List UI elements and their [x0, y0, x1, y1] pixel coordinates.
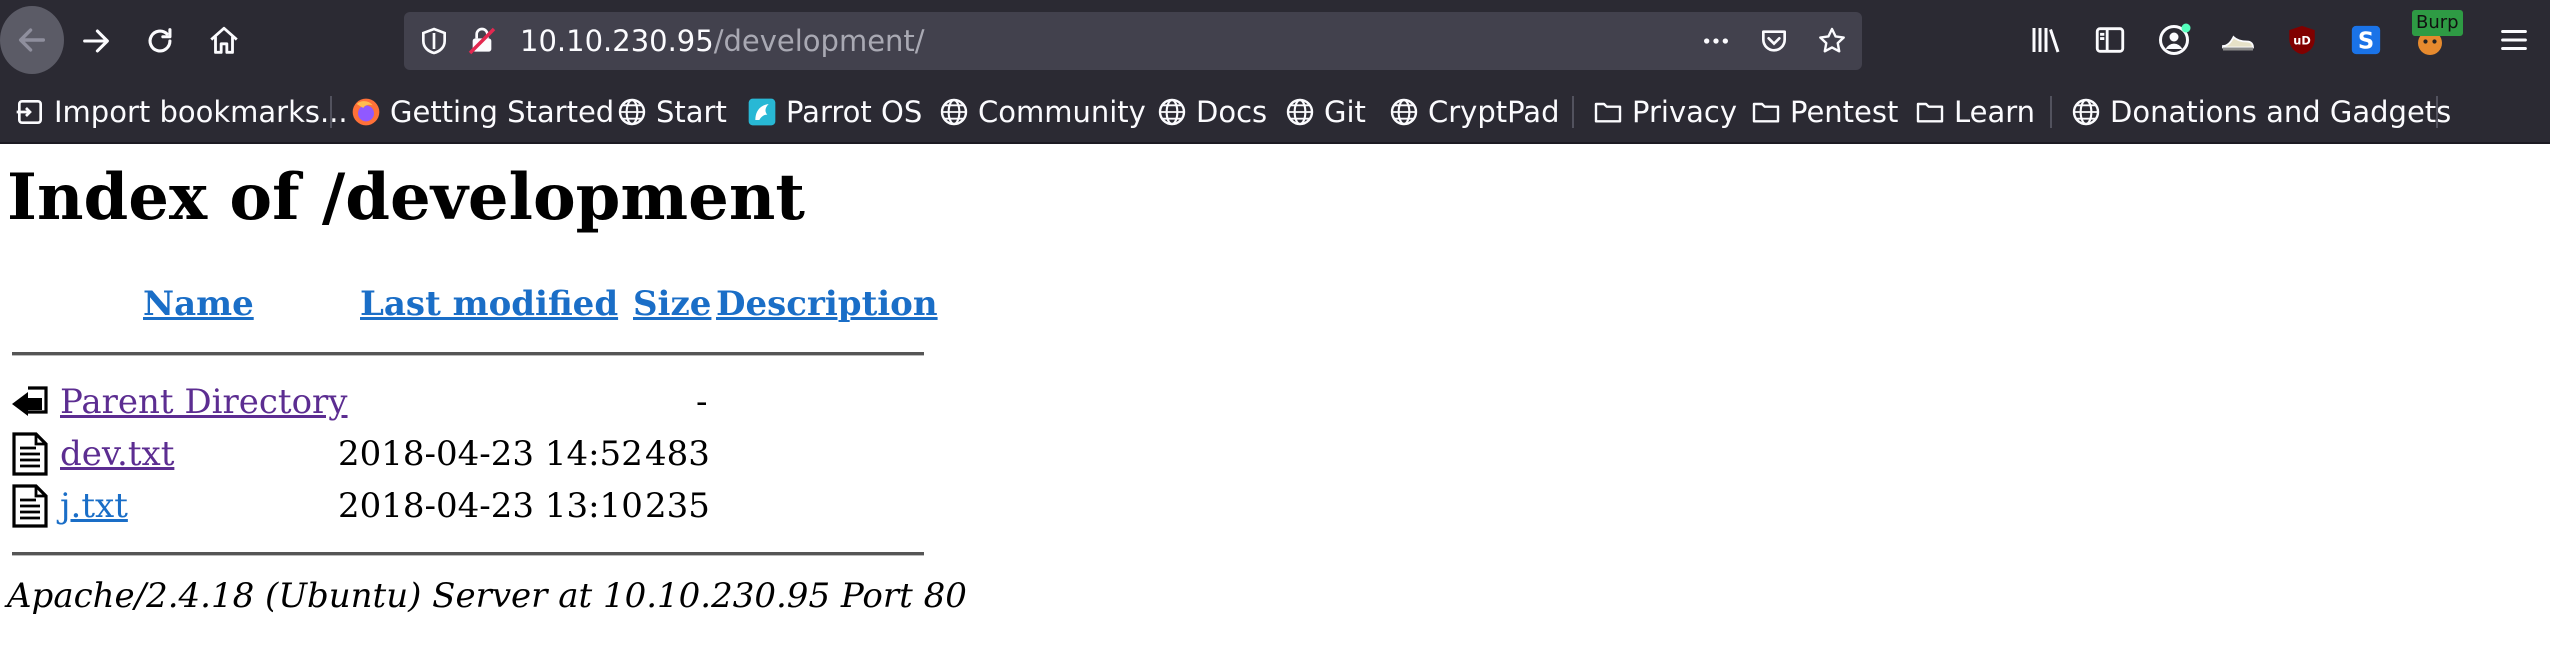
- bookmark-separator: [2050, 96, 2052, 128]
- row-size: 235: [645, 486, 710, 526]
- file-link-dev-txt[interactable]: dev.txt: [60, 434, 174, 474]
- bookmark-folder-learn[interactable]: Learn: [1914, 82, 2035, 142]
- folder-icon: [1594, 102, 1622, 123]
- bookmark-label: CryptPad: [1428, 95, 1560, 129]
- divider: [12, 352, 924, 356]
- bookmark-label: Parrot OS: [786, 95, 923, 129]
- bookmark-cryptpad[interactable]: CryptPad: [1388, 82, 1559, 142]
- home-button[interactable]: [192, 9, 256, 73]
- globe-icon: [618, 98, 646, 126]
- more-actions-icon[interactable]: [1700, 25, 1732, 57]
- parrot-icon: [748, 98, 776, 126]
- star-icon[interactable]: [1816, 25, 1848, 57]
- folder-icon: [1752, 102, 1780, 123]
- reload-button[interactable]: [128, 9, 192, 73]
- column-header-size[interactable]: Size: [633, 284, 711, 324]
- sidebar-icon[interactable]: [2090, 20, 2130, 60]
- bookmark-label: Pentest: [1790, 95, 1899, 129]
- bookmark-label: Learn: [1954, 95, 2036, 129]
- row-modified: 2018-04-23 14:52: [338, 434, 643, 474]
- page-title: Index of /development: [7, 160, 805, 235]
- bookmark-parrot-os[interactable]: Parrot OS: [746, 82, 922, 142]
- insecure-lock-icon[interactable]: [466, 25, 498, 57]
- bookmark-import[interactable]: Import bookmarks...: [14, 82, 348, 142]
- url-host: 10.10.230.95: [520, 24, 714, 58]
- bookmark-git[interactable]: Git: [1284, 82, 1366, 142]
- bookmark-separator: [330, 96, 332, 128]
- globe-icon: [1286, 98, 1314, 126]
- globe-icon: [2072, 98, 2100, 126]
- reload-icon: [148, 28, 172, 53]
- divider: [12, 552, 924, 556]
- globe-icon: [1158, 98, 1186, 126]
- shield-icon[interactable]: [418, 25, 450, 57]
- bookmark-separator: [1572, 96, 1574, 128]
- row-modified: 2018-04-23 13:10: [338, 486, 643, 526]
- bookmark-docs[interactable]: Docs: [1156, 82, 1267, 142]
- import-icon: [16, 100, 42, 124]
- column-header-description[interactable]: Description: [716, 284, 938, 324]
- back-folder-icon: [12, 386, 48, 416]
- hamburger-menu-icon: [2501, 29, 2527, 51]
- file-link-j-txt[interactable]: j.txt: [60, 486, 128, 526]
- extension-sneaker-icon[interactable]: [2218, 20, 2258, 60]
- menu-button[interactable]: [2494, 20, 2534, 60]
- globe-icon: [1390, 98, 1418, 126]
- bookmark-folder-pentest[interactable]: Pentest: [1750, 82, 1898, 142]
- home-icon: [210, 26, 238, 54]
- bookmark-folder-privacy[interactable]: Privacy: [1592, 82, 1737, 142]
- row-size: -: [696, 382, 708, 422]
- bookmark-community[interactable]: Community: [938, 82, 1146, 142]
- library-icon[interactable]: [2026, 20, 2066, 60]
- text-file-icon: [12, 484, 48, 528]
- parent-directory-link[interactable]: Parent Directory: [60, 382, 348, 422]
- forward-button[interactable]: [64, 9, 128, 73]
- directory-listing-page: Index of /development Name Last modified…: [0, 144, 2550, 654]
- bookmark-label: Import bookmarks...: [54, 95, 348, 129]
- ublock-origin-icon[interactable]: uD: [2282, 20, 2322, 60]
- back-button[interactable]: [0, 6, 64, 74]
- account-icon[interactable]: [2154, 20, 2194, 60]
- row-size: 483: [645, 434, 710, 474]
- globe-icon: [940, 98, 968, 126]
- url-path: /development/: [713, 24, 925, 58]
- bookmark-label: Getting Started: [390, 95, 615, 129]
- column-header-name[interactable]: Name: [143, 284, 254, 324]
- bookmarks-toolbar: Import bookmarks... Getting Started Star…: [0, 82, 2550, 144]
- bookmark-label: Community: [978, 95, 1146, 129]
- server-signature: Apache/2.4.18 (Ubuntu) Server at 10.10.2…: [7, 576, 967, 616]
- address-bar[interactable]: 10.10.230.95/development/: [404, 12, 1862, 70]
- url-text[interactable]: 10.10.230.95/development/: [520, 12, 925, 70]
- bookmark-donations[interactable]: Donations and Gadgets: [2070, 82, 2451, 142]
- bookmark-label: Docs: [1196, 95, 1268, 129]
- svg-text:uD: uD: [2293, 33, 2310, 47]
- arrow-right-icon: [83, 29, 109, 53]
- folder-icon: [1916, 102, 1944, 123]
- pocket-icon[interactable]: [1758, 25, 1790, 57]
- bookmark-label: Git: [1324, 95, 1366, 129]
- arrow-left-icon: [18, 28, 46, 52]
- bookmark-separator: [2436, 96, 2438, 128]
- bookmark-label: Start: [656, 95, 727, 129]
- bookmark-label: Donations and Gadgets: [2110, 95, 2452, 129]
- extension-s-icon[interactable]: S: [2346, 20, 2386, 60]
- bookmark-label: Privacy: [1632, 95, 1737, 129]
- browser-toolbar: 10.10.230.95/development/ uD S Burp: [0, 0, 2550, 82]
- firefox-icon: [352, 98, 380, 126]
- burp-badge: Burp: [2412, 10, 2463, 36]
- bookmark-getting-started[interactable]: Getting Started: [350, 82, 614, 142]
- text-file-icon: [12, 432, 48, 476]
- bookmark-start[interactable]: Start: [616, 82, 727, 142]
- svg-text:S: S: [2358, 29, 2374, 55]
- column-header-last-modified[interactable]: Last modified: [360, 284, 618, 324]
